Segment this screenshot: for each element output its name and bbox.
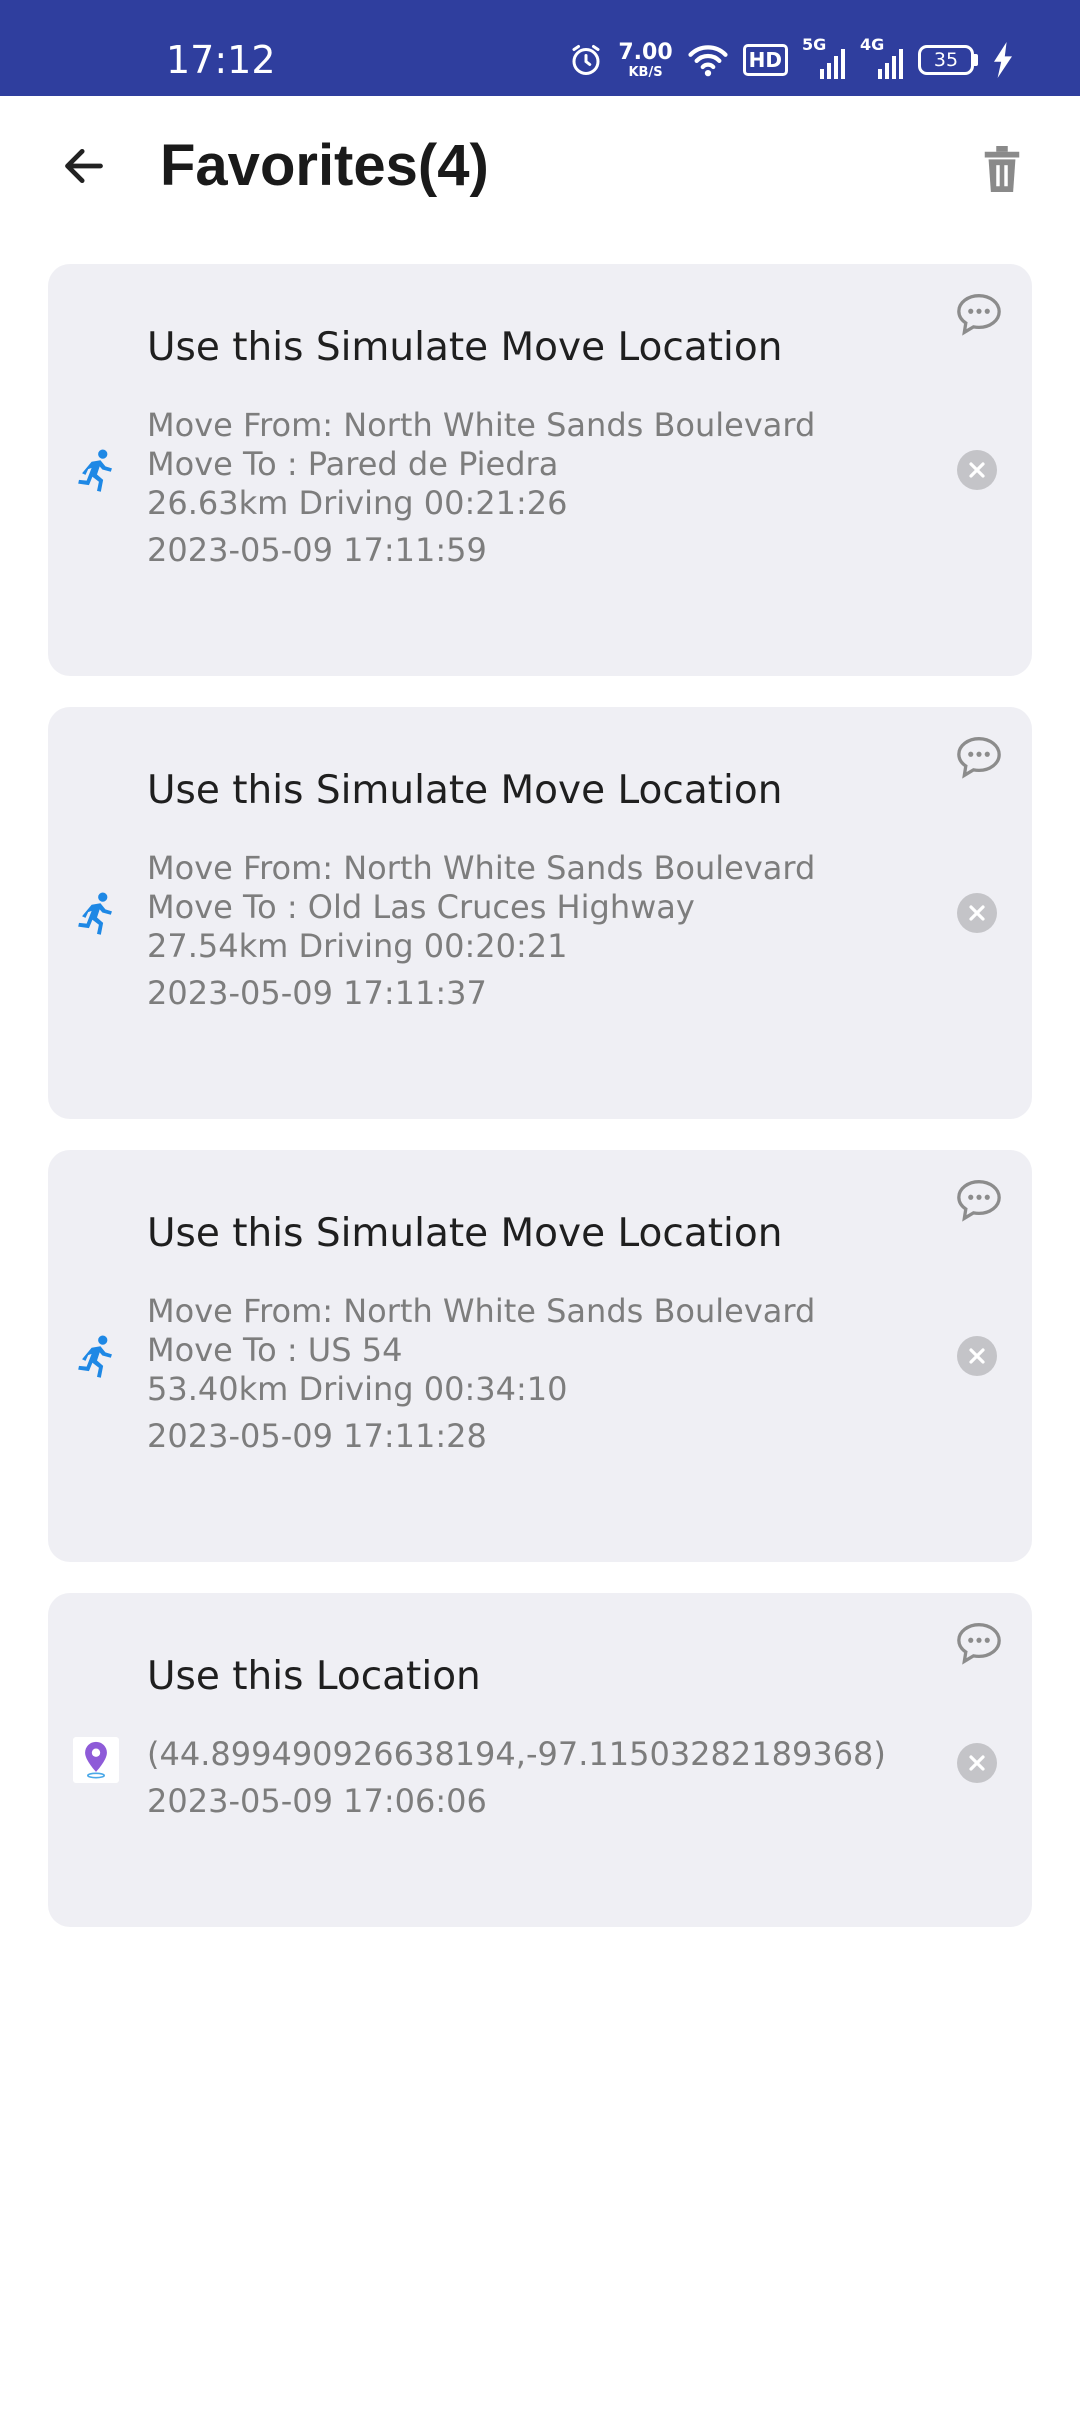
favorite-item[interactable]: Use this Simulate Move Location Move Fro… bbox=[48, 264, 1032, 676]
trash-icon bbox=[984, 146, 1020, 192]
move-from-text: Move From: North White Sands Boulevard bbox=[147, 849, 816, 887]
status-bar: 17:12 7.00 KB/S HD 5G 4G 35 bbox=[0, 0, 1080, 96]
distance-duration-text: 27.54km Driving 00:20:21 bbox=[147, 927, 568, 965]
favorite-details: Move From: North White Sands Boulevard M… bbox=[147, 849, 815, 1013]
back-button[interactable] bbox=[44, 126, 124, 206]
network-speed: 7.00 KB/S bbox=[618, 39, 673, 80]
close-icon bbox=[969, 905, 985, 921]
favorite-title: Use this Simulate Move Location bbox=[147, 768, 783, 813]
favorite-item[interactable]: Use this Simulate Move Location Move Fro… bbox=[48, 707, 1032, 1119]
favorite-date: 2023-05-09 17:06:06 bbox=[147, 1782, 487, 1820]
status-time: 17:12 bbox=[166, 38, 276, 82]
comment-icon[interactable] bbox=[954, 1178, 1004, 1222]
comment-icon[interactable] bbox=[954, 1621, 1004, 1665]
arrow-left-icon bbox=[65, 148, 103, 184]
battery-icon: 35 bbox=[918, 45, 978, 75]
move-from-text: Move From: North White Sands Boulevard bbox=[147, 1292, 816, 1330]
favorite-details: (44.899490926638194,-97.11503282189368) … bbox=[147, 1735, 886, 1821]
coordinates-text: (44.899490926638194,-97.11503282189368) bbox=[147, 1735, 886, 1773]
location-pin-icon bbox=[73, 1737, 119, 1783]
charging-icon bbox=[994, 42, 1012, 78]
favorite-date: 2023-05-09 17:11:37 bbox=[147, 974, 487, 1012]
page-title: Favorites(4) bbox=[160, 133, 489, 198]
battery-level: 35 bbox=[918, 45, 974, 75]
comment-icon[interactable] bbox=[954, 292, 1004, 336]
remove-favorite-button[interactable] bbox=[957, 450, 997, 490]
signal-5g-icon: 5G bbox=[802, 35, 846, 79]
move-to-text: Move To : Old Las Cruces Highway bbox=[147, 888, 695, 926]
close-icon bbox=[969, 1755, 985, 1771]
remove-favorite-button[interactable] bbox=[957, 1743, 997, 1783]
favorite-item[interactable]: Use this Location (44.899490926638194,-9… bbox=[48, 1593, 1032, 1927]
move-from-text: Move From: North White Sands Boulevard bbox=[147, 406, 816, 444]
signal-4g-icon: 4G bbox=[860, 35, 904, 79]
favorite-date: 2023-05-09 17:11:59 bbox=[147, 531, 487, 569]
status-icons: 7.00 KB/S HD 5G 4G 35 bbox=[568, 32, 1014, 88]
running-person-icon bbox=[78, 449, 112, 492]
wifi-icon bbox=[688, 45, 728, 77]
delete-all-button[interactable] bbox=[962, 134, 1042, 204]
favorite-details: Move From: North White Sands Boulevard M… bbox=[147, 406, 815, 570]
network-speed-value: 7.00 bbox=[618, 39, 673, 65]
running-person-icon bbox=[78, 1335, 112, 1378]
favorite-title: Use this Simulate Move Location bbox=[147, 1211, 783, 1256]
favorite-details: Move From: North White Sands Boulevard M… bbox=[147, 1292, 815, 1456]
app-bar: Favorites(4) bbox=[0, 96, 1080, 236]
favorite-date: 2023-05-09 17:11:28 bbox=[147, 1417, 487, 1455]
remove-favorite-button[interactable] bbox=[957, 893, 997, 933]
running-person-icon bbox=[78, 892, 112, 935]
comment-icon[interactable] bbox=[954, 735, 1004, 779]
close-icon bbox=[969, 462, 985, 478]
favorite-title: Use this Location bbox=[147, 1654, 481, 1699]
close-icon bbox=[969, 1348, 985, 1364]
move-to-text: Move To : Pared de Piedra bbox=[147, 445, 559, 483]
distance-duration-text: 53.40km Driving 00:34:10 bbox=[147, 1370, 568, 1408]
alarm-icon bbox=[572, 45, 600, 75]
favorite-item[interactable]: Use this Simulate Move Location Move Fro… bbox=[48, 1150, 1032, 1562]
distance-duration-text: 26.63km Driving 00:21:26 bbox=[147, 484, 568, 522]
network-speed-unit: KB/S bbox=[628, 64, 663, 80]
hd-voice-badge: HD bbox=[742, 44, 788, 76]
move-to-text: Move To : US 54 bbox=[147, 1331, 403, 1369]
favorite-title: Use this Simulate Move Location bbox=[147, 325, 783, 370]
remove-favorite-button[interactable] bbox=[957, 1336, 997, 1376]
